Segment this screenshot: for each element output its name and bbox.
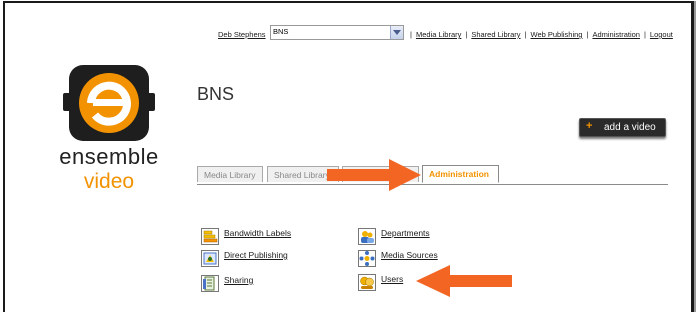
add-video-label: add a video xyxy=(604,122,656,133)
stack-icon xyxy=(201,228,219,245)
user-name-link[interactable]: Deb Stephens xyxy=(218,30,266,39)
page-title: BNS xyxy=(197,84,235,104)
admin-item-label[interactable]: Users xyxy=(381,274,403,284)
annotation-arrow-left-icon xyxy=(416,265,512,302)
top-link-web-publishing[interactable]: Web Publishing xyxy=(531,30,583,39)
admin-item-label[interactable]: Media Sources xyxy=(381,250,438,260)
admin-item-label[interactable]: Direct Publishing xyxy=(224,250,288,260)
admin-item-label[interactable]: Bandwidth Labels xyxy=(224,228,291,238)
top-nav-links: | Media Library | Shared Library | Web Publis… xyxy=(410,30,673,39)
brand-name: ensemble xyxy=(59,144,159,169)
top-link-administration[interactable]: Administration xyxy=(592,30,640,39)
main-tabs: Media Library Shared Library Web Publish… xyxy=(197,165,668,185)
chevron-down-icon[interactable] xyxy=(390,26,403,39)
admin-item-label[interactable]: Sharing xyxy=(224,275,253,285)
top-link-media-library[interactable]: Media Library xyxy=(416,30,461,39)
tab-media-library[interactable]: Media Library xyxy=(197,166,263,182)
admin-item-label[interactable]: Departments xyxy=(381,228,430,238)
ensemble-logo-icon xyxy=(63,63,155,143)
publish-icon xyxy=(201,250,219,267)
top-link-logout[interactable]: Logout xyxy=(650,30,673,39)
top-bar: Deb Stephens BNS | Media Library | Shared L… xyxy=(0,0,696,42)
workspace-select-value: BNS xyxy=(273,27,289,36)
media-sources-icon xyxy=(358,250,376,267)
top-link-shared-library[interactable]: Shared Library xyxy=(471,30,520,39)
annotation-arrow-right-icon xyxy=(327,159,421,196)
add-video-button[interactable]: + add a video xyxy=(579,118,666,137)
sharing-icon xyxy=(201,275,219,292)
departments-icon xyxy=(358,228,376,245)
tab-administration[interactable]: Administration xyxy=(422,165,499,183)
workspace-select[interactable]: BNS xyxy=(270,25,404,40)
users-icon xyxy=(358,274,376,291)
plus-icon: + xyxy=(586,120,593,132)
brand-subname: video xyxy=(83,170,135,193)
